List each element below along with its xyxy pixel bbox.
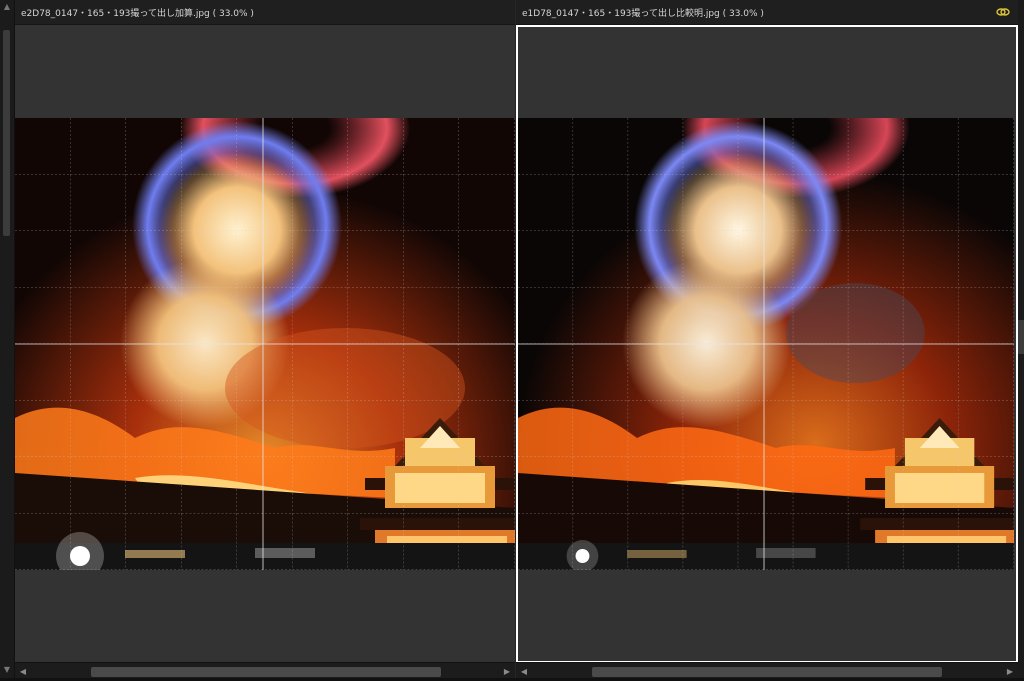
- left-scrollbar-thumb[interactable]: [91, 667, 441, 677]
- right-panel-edge[interactable]: [1018, 0, 1024, 681]
- left-pane-header: e2D78_0147・165・193撮って出し加算.jpg ( 33.0% ): [15, 0, 515, 25]
- right-pane-header: e1D78_0147・165・193撮って出し比較明.jpg ( 33.0% ): [516, 0, 1018, 25]
- chevron-down-icon[interactable]: ▼: [2, 665, 12, 675]
- fireworks-photo-additive: [15, 118, 515, 570]
- fireworks-photo-lighten: [518, 118, 1014, 570]
- chevron-left-icon[interactable]: ◀: [18, 666, 28, 678]
- left-photo: [15, 118, 515, 570]
- left-pane-title: e2D78_0147・165・193撮って出し加算.jpg ( 33.0% ): [21, 9, 254, 19]
- link-sync-icon[interactable]: [996, 6, 1010, 18]
- chevron-right-icon[interactable]: ▶: [1005, 666, 1015, 678]
- vertical-scrollbar[interactable]: ▲ ▼: [0, 0, 15, 681]
- chevron-right-icon[interactable]: ▶: [502, 666, 512, 678]
- chevron-up-icon[interactable]: ▲: [2, 2, 12, 12]
- panel-collapse-handle[interactable]: [1018, 320, 1024, 354]
- left-image-canvas[interactable]: [15, 25, 515, 663]
- chevron-left-icon[interactable]: ◀: [519, 666, 529, 678]
- scrollbar-thumb[interactable]: [3, 30, 10, 236]
- right-image-pane[interactable]: e1D78_0147・165・193撮って出し比較明.jpg ( 33.0% ): [516, 0, 1018, 681]
- right-image-canvas[interactable]: [516, 25, 1018, 663]
- left-image-pane[interactable]: e2D78_0147・165・193撮って出し加算.jpg ( 33.0% ): [15, 0, 515, 681]
- right-scrollbar-thumb[interactable]: [592, 667, 942, 677]
- right-photo: [518, 118, 1014, 570]
- right-pane-title: e1D78_0147・165・193撮って出し比較明.jpg ( 33.0% ): [522, 9, 764, 19]
